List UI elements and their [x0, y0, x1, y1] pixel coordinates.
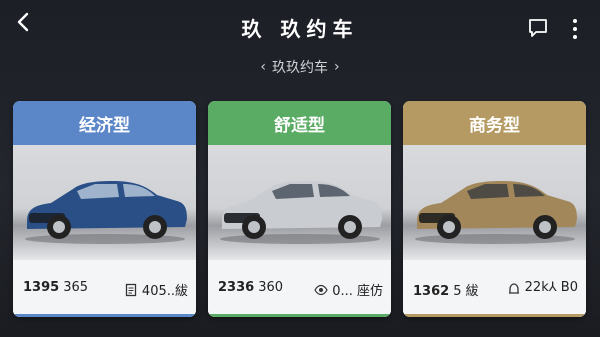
category-label: 经济型	[79, 115, 130, 136]
price-value: 2336 360	[218, 280, 284, 295]
brand-switcher[interactable]: ‹ 玖玖约车 ›	[0, 56, 600, 78]
sedan-icon	[25, 181, 187, 244]
car-card-comfort[interactable]: 舒适型 2336 360 0... 座仿	[208, 101, 391, 317]
card-footer: 1362 5 紱 22k⅄ B0	[403, 260, 586, 317]
prev-chevron-icon[interactable]: ‹	[260, 59, 266, 75]
document-icon	[125, 283, 137, 296]
car-card-business[interactable]: 商务型 1362 5 紱 22k⅄ B0	[403, 101, 586, 317]
card-footer: 2336 360 0... 座仿	[208, 260, 391, 317]
category-label: 商务型	[469, 115, 520, 136]
sedan-icon	[220, 181, 382, 244]
sedan-icon	[415, 181, 577, 244]
more-button[interactable]	[566, 16, 584, 42]
page-title: 玖 玖约车	[241, 17, 359, 41]
more-vertical-icon	[573, 19, 577, 23]
accent-strip	[403, 314, 586, 317]
brand-name: 玖玖约车	[272, 60, 328, 76]
spec-info: 22k⅄ B0	[507, 280, 578, 295]
card-header: 经济型	[13, 101, 196, 145]
category-label: 舒适型	[274, 115, 325, 136]
spec-info: 405..紱	[124, 280, 188, 299]
card-header: 舒适型	[208, 101, 391, 145]
spec-info: 0... 座仿	[314, 280, 383, 299]
top-bar: 玖 玖约车	[0, 0, 600, 56]
car-category-list: 经济型 1395 365 405..紱 舒适型 2336 360 0... 座仿…	[13, 101, 593, 317]
card-header: 商务型	[403, 101, 586, 145]
price-value: 1395 365	[23, 280, 89, 295]
car-card-economy[interactable]: 经济型 1395 365 405..紱	[13, 101, 196, 317]
next-chevron-icon[interactable]: ›	[334, 59, 340, 75]
car-image	[208, 145, 391, 260]
car-image	[403, 145, 586, 260]
accent-strip	[13, 314, 196, 317]
eye-icon	[314, 284, 328, 295]
chat-button[interactable]	[527, 17, 549, 39]
accent-strip	[208, 314, 391, 317]
card-footer: 1395 365 405..紱	[13, 260, 196, 317]
seat-icon	[508, 282, 519, 294]
car-image	[13, 145, 196, 260]
chat-bubble-icon	[529, 19, 547, 37]
price-value: 1362 5 紱	[413, 284, 479, 299]
